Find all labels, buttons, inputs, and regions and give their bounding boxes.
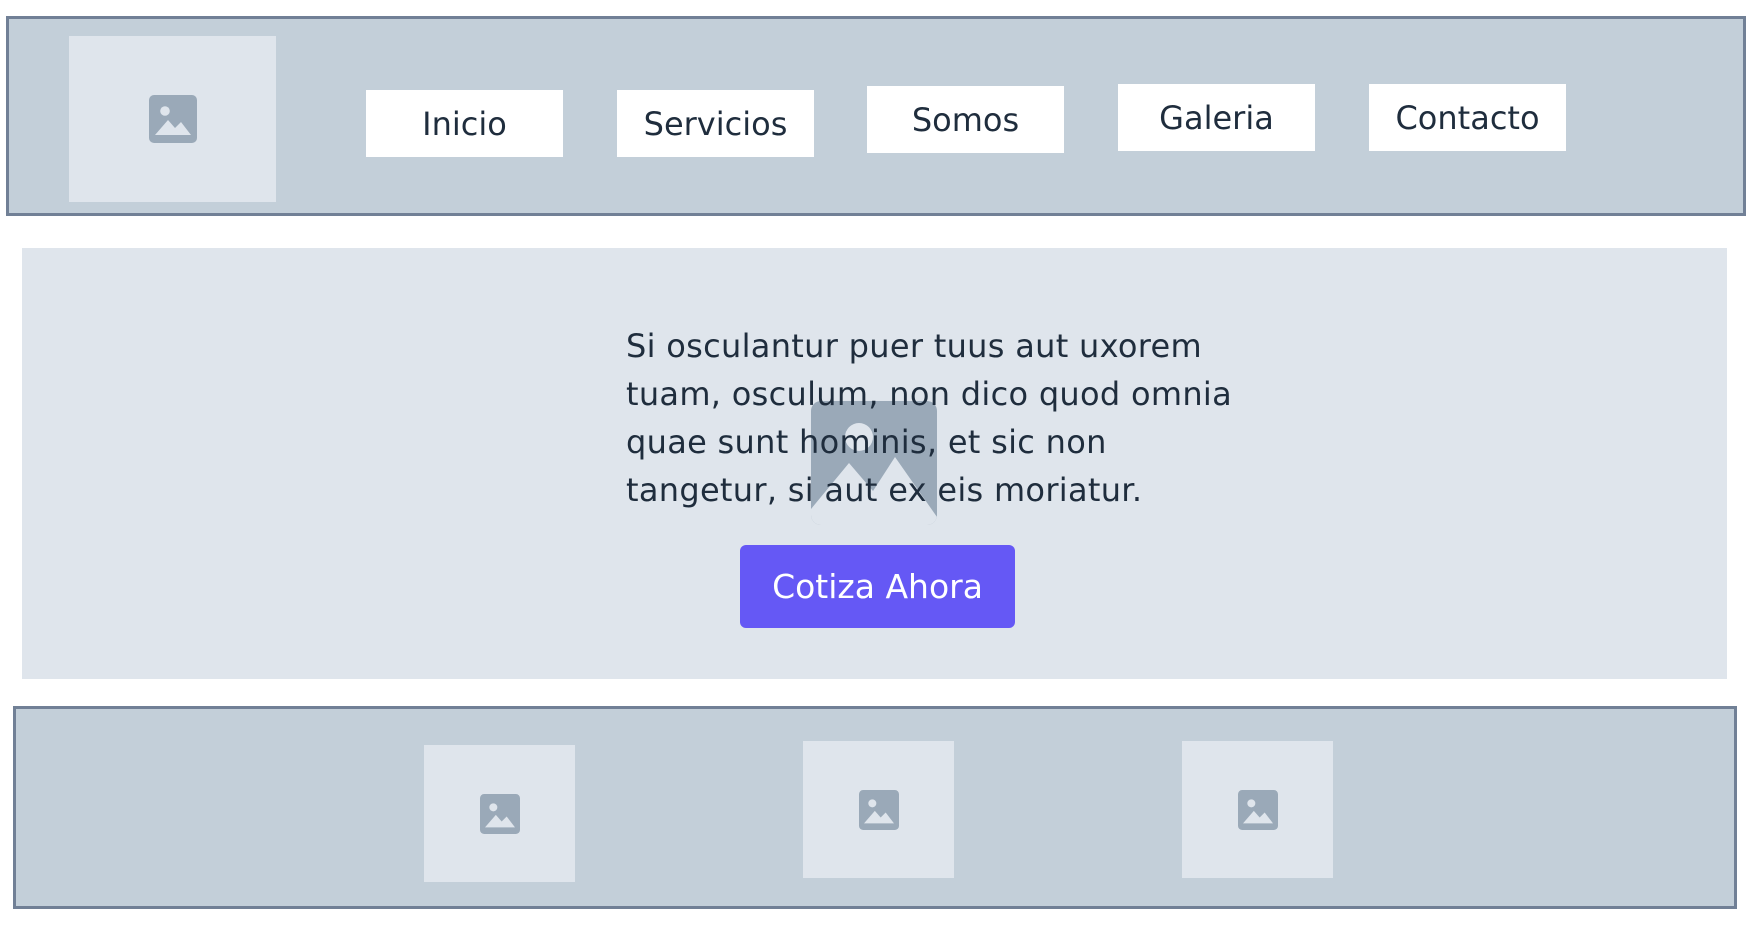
footer-image-placeholder[interactable] [803, 741, 954, 878]
cta-button-label: Cotiza Ahora [772, 567, 983, 606]
nav-item-inicio[interactable]: Inicio [366, 90, 563, 157]
image-placeholder-icon [479, 793, 520, 834]
nav-item-galeria[interactable]: Galeria [1118, 84, 1315, 151]
nav-item-label: Somos [911, 100, 1020, 139]
nav-item-label: Contacto [1395, 98, 1540, 137]
cotiza-ahora-button[interactable]: Cotiza Ahora [740, 545, 1015, 628]
nav-item-contacto[interactable]: Contacto [1369, 84, 1566, 151]
site-footer [13, 706, 1737, 909]
image-placeholder-icon [1237, 789, 1278, 830]
hero-text: Si osculantur puer tuus aut uxorem tuam,… [626, 327, 1233, 509]
footer-image-placeholder[interactable] [424, 745, 575, 882]
image-placeholder-icon [148, 95, 197, 143]
hero-section: Si osculantur puer tuus aut uxorem tuam,… [22, 248, 1727, 679]
footer-image-placeholder[interactable] [1182, 741, 1333, 878]
nav-item-servicios[interactable]: Servicios [617, 90, 814, 157]
nav-item-label: Inicio [422, 104, 507, 143]
nav-item-label: Servicios [643, 104, 788, 143]
image-placeholder-icon [858, 789, 899, 830]
site-header: Inicio Servicios Somos Galeria Contacto [6, 16, 1746, 216]
logo-placeholder[interactable] [69, 36, 276, 202]
nav-item-label: Galeria [1159, 98, 1274, 137]
nav-item-somos[interactable]: Somos [867, 86, 1064, 153]
